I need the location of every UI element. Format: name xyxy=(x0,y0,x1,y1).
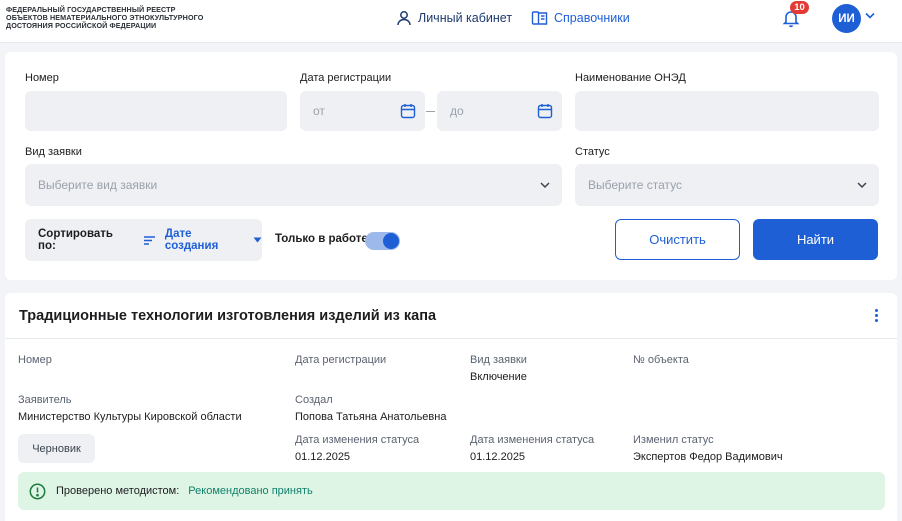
nav-personal-cabinet-label: Личный кабинет xyxy=(418,11,513,25)
book-icon xyxy=(531,11,548,25)
field-applicant-label: Заявитель xyxy=(18,394,72,406)
caret-down-icon xyxy=(253,237,262,243)
nav-directories[interactable]: Справочники xyxy=(531,9,630,27)
nav-personal-cabinet[interactable]: Личный кабинет xyxy=(396,9,512,27)
find-button[interactable]: Найти xyxy=(753,219,878,260)
field-created-by-value: Попова Татьяна Анатольевна xyxy=(295,411,447,423)
logo-line-3: ДОСТОЯНИЯ РОССИЙСКОЙ ФЕДЕРАЦИИ xyxy=(6,21,157,30)
date-to-input[interactable]: до xyxy=(437,91,562,131)
avatar[interactable]: ИИ xyxy=(832,4,861,33)
nav-directories-label: Справочники xyxy=(554,11,630,25)
field-number-label: Номер xyxy=(18,354,52,366)
more-options-icon[interactable] xyxy=(871,307,881,325)
field-changed-by-label: Изменил статус xyxy=(633,434,714,446)
number-input[interactable] xyxy=(25,91,287,131)
methodist-note-label: Проверено методистом: xyxy=(56,485,180,497)
toggle-knob xyxy=(383,233,399,249)
field-status-change-label: Дата изменения статуса xyxy=(295,434,420,446)
card-title[interactable]: Традиционные технологии изготовления изд… xyxy=(19,308,436,324)
field-reg-date-label: Дата регистрации xyxy=(295,354,387,366)
sort-dropdown[interactable]: Дате создания xyxy=(143,228,262,252)
field-object-no-label: № объекта xyxy=(633,354,689,366)
chevron-down-icon xyxy=(857,182,867,189)
request-type-placeholder: Выберите вид заявки xyxy=(38,178,158,192)
status-badge: Черновик xyxy=(18,434,95,463)
calendar-icon[interactable] xyxy=(537,103,553,119)
date-to-placeholder: до xyxy=(450,104,464,118)
info-circle-icon xyxy=(29,483,46,499)
field-status-change-value: 01.12.2025 xyxy=(295,451,351,463)
date-from-input[interactable]: от xyxy=(300,91,425,131)
sort-control: Сортировать по: Дате создания xyxy=(25,219,262,261)
field-status-change-label-2: Дата изменения статуса xyxy=(470,434,595,446)
reg-date-label: Дата регистрации xyxy=(300,72,392,84)
sort-icon xyxy=(143,235,155,245)
status-placeholder: Выберите статус xyxy=(588,178,683,192)
top-header: ФЕДЕРАЛЬНЫЙ ГОСУДАРСТВЕННЫЙ РЕЕСТР ОБЪЕК… xyxy=(0,0,902,43)
date-from-placeholder: от xyxy=(313,104,325,118)
only-in-work-label: Только в работе xyxy=(275,233,368,245)
field-changed-by-value: Экспертов Федор Вадимович xyxy=(633,451,783,463)
field-status-change-value-2: 01.12.2025 xyxy=(470,451,526,463)
request-type-select[interactable]: Выберите вид заявки xyxy=(25,164,562,206)
status-select[interactable]: Выберите статус xyxy=(575,164,879,206)
request-card: Традиционные технологии изготовления изд… xyxy=(5,293,897,521)
field-request-type-value: Включение xyxy=(470,371,527,383)
sort-value: Дате создания xyxy=(164,228,219,252)
card-divider xyxy=(5,338,897,339)
clear-button[interactable]: Очистить xyxy=(615,219,740,260)
request-type-label: Вид заявки xyxy=(25,146,82,158)
oned-name-label: Наименование ОНЭД xyxy=(575,72,686,84)
field-applicant-value: Министерство Культуры Кировской области xyxy=(18,411,242,423)
calendar-icon[interactable] xyxy=(400,103,416,119)
methodist-note: Проверено методистом: Рекомендовано прин… xyxy=(18,472,885,510)
user-icon xyxy=(397,11,411,26)
sort-label: Сортировать по: xyxy=(38,228,113,252)
only-in-work-toggle[interactable] xyxy=(365,232,400,250)
chevron-down-icon[interactable] xyxy=(865,12,875,19)
field-request-type-label: Вид заявки xyxy=(470,354,527,366)
notifications-badge: 10 xyxy=(790,1,809,14)
field-created-by-label: Создал xyxy=(295,394,333,406)
date-range-dash xyxy=(426,111,435,112)
status-label: Статус xyxy=(575,146,610,158)
number-label: Номер xyxy=(25,72,59,84)
registry-logo[interactable]: ФЕДЕРАЛЬНЫЙ ГОСУДАРСТВЕННЫЙ РЕЕСТР ОБЪЕК… xyxy=(6,6,221,30)
methodist-note-value: Рекомендовано принять xyxy=(188,485,313,497)
chevron-down-icon xyxy=(540,182,550,189)
oned-name-input[interactable] xyxy=(575,91,879,131)
